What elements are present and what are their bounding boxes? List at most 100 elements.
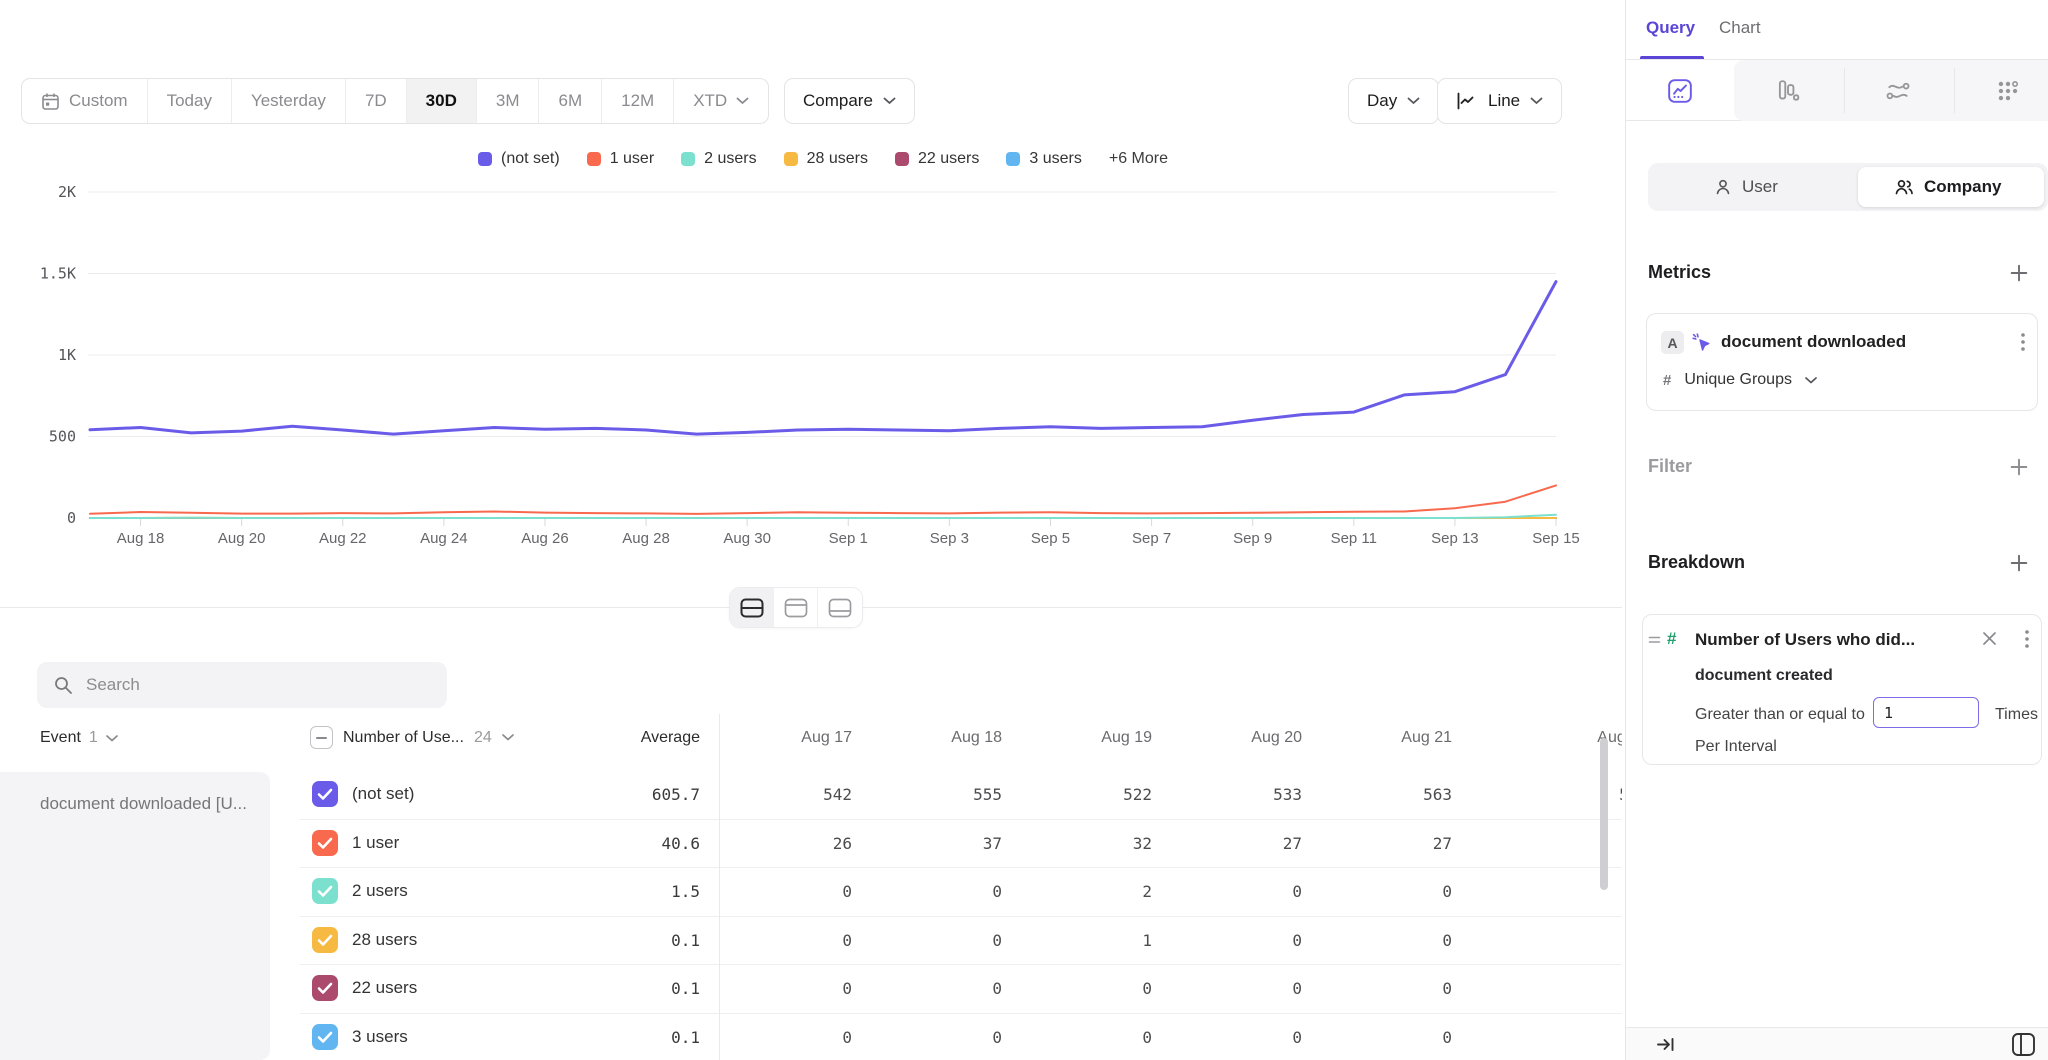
cell-value: 0 [1152,1028,1302,1047]
cell-value: 0 [1152,931,1302,950]
series-label: (not set) [352,784,414,804]
select-all-checkbox[interactable] [310,726,333,749]
range-label: 7D [365,91,387,111]
metrics-heading: Metrics [1648,262,1711,283]
company-toggle[interactable]: Company [1858,167,2044,207]
group-column-header[interactable]: Number of Use... 24 [310,726,514,749]
svg-text:Sep 7: Sep 7 [1132,530,1171,547]
event-column-header[interactable]: Event 1 [40,729,118,747]
chevron-down-icon [502,734,514,741]
row-checkbox[interactable] [312,878,338,904]
breakdown-condition[interactable]: Greater than or equal to [1695,706,1865,724]
metric-card[interactable]: A document downloaded # Unique Groups [1646,313,2038,411]
close-icon[interactable] [1982,631,1997,646]
cell-value: 0 [852,882,1002,901]
layout-top-button[interactable] [774,588,818,627]
row-checkbox[interactable] [312,781,338,807]
times-input[interactable] [1873,697,1979,728]
breakdown-menu-button[interactable] [2025,630,2029,648]
range-12m[interactable]: 12M [602,79,674,123]
row-checkbox[interactable] [312,1024,338,1050]
cell-value: 555 [852,785,1002,804]
legend-item[interactable]: 3 users [1006,150,1081,168]
cell-value: 563 [1302,785,1452,804]
legend-item[interactable]: 1 user [587,150,654,168]
event-name: document downloaded [U... [40,794,258,814]
filter-heading: Filter [1648,456,1692,477]
interval-dropdown[interactable]: Day [1348,78,1439,124]
compare-button[interactable]: Compare [784,78,915,124]
cell-value: 2 [1002,882,1152,901]
cell-value: 542 [702,785,852,804]
layout-split-button[interactable] [730,588,774,627]
legend-item[interactable]: 28 users [784,150,868,168]
series-label: 1 user [352,833,399,853]
svg-text:Sep 13: Sep 13 [1431,530,1479,547]
aggregation-dropdown[interactable]: # Unique Groups [1663,371,1817,389]
svg-text:Aug 20: Aug 20 [218,530,266,547]
legend-swatch [1006,152,1020,166]
range-yesterday[interactable]: Yesterday [232,79,346,123]
legend-swatch [587,152,601,166]
range-label: 12M [621,91,654,111]
range-30d[interactable]: 30D [407,79,477,123]
legend-item[interactable]: (not set) [478,150,560,168]
range-xtd[interactable]: XTD [674,79,768,123]
tab-query[interactable]: Query [1646,18,1695,38]
metric-menu-button[interactable] [2021,333,2025,351]
search-input[interactable] [86,675,431,695]
legend-label: (not set) [501,150,560,168]
range-custom[interactable]: Custom [22,79,148,123]
collapse-panel-icon[interactable] [1656,1036,1676,1053]
svg-text:1.5K: 1.5K [40,265,76,283]
average-value: 1.5 [540,882,700,901]
legend-swatch [478,152,492,166]
layout-bottom-button[interactable] [818,588,862,627]
event-header-label: Event [40,729,81,747]
aggregation-label: Unique Groups [1684,371,1792,389]
legend-item[interactable]: 22 users [895,150,979,168]
more-charts-tab[interactable] [1954,60,2048,121]
cell-value: 1 [1002,931,1152,950]
cell-value: 27 [1302,834,1452,853]
flow-chart-tab[interactable] [1844,60,1952,121]
row-divider [300,867,1622,868]
funnel-chart-tab[interactable] [1734,60,1842,121]
table-scrollbar[interactable] [1600,738,1608,890]
chart-type-dropdown[interactable]: Line [1437,78,1562,124]
drag-handle-icon[interactable] [1648,635,1661,645]
add-breakdown-button[interactable] [2010,554,2028,572]
row-divider [300,964,1622,965]
tab-chart[interactable]: Chart [1719,18,1761,38]
range-7d[interactable]: 7D [346,79,407,123]
date-column-header: Aug 18 [852,729,1002,747]
event-header-count: 1 [89,729,98,747]
legend-label: 28 users [807,150,868,168]
legend-more[interactable]: +6 More [1109,150,1168,168]
add-filter-button[interactable] [2010,458,2028,476]
per-interval-label[interactable]: Per Interval [1695,738,1777,756]
main-area: 05001K1.5K2KAug 18Aug 20Aug 22Aug 24Aug … [0,0,1622,1060]
segmentation-chart-tab[interactable] [1626,60,1734,121]
panel-toggle-icon[interactable] [2011,1032,2036,1057]
range-label: Custom [69,91,128,111]
panel-tabs: Query Chart [1626,0,2048,60]
legend-label: 22 users [918,150,979,168]
legend-item[interactable]: 2 users [681,150,756,168]
svg-text:Sep 9: Sep 9 [1233,530,1272,547]
range-3m[interactable]: 3M [477,79,540,123]
breakdown-card[interactable]: # Number of Users who did... document cr… [1642,614,2042,765]
cell-value: 0 [1498,931,1622,950]
event-name-cell[interactable]: document downloaded [U... [0,772,270,1060]
row-checkbox[interactable] [312,975,338,1001]
panel-footer [1626,1027,2048,1060]
user-toggle-label: User [1742,177,1778,197]
row-checkbox[interactable] [312,830,338,856]
number-property-icon: # [1667,629,1676,649]
row-checkbox[interactable] [312,927,338,953]
range-6m[interactable]: 6M [539,79,602,123]
breakdown-event-name[interactable]: document created [1695,667,1833,685]
range-today[interactable]: Today [148,79,232,123]
user-toggle[interactable]: User [1714,163,1778,211]
add-metric-button[interactable] [2010,264,2028,282]
